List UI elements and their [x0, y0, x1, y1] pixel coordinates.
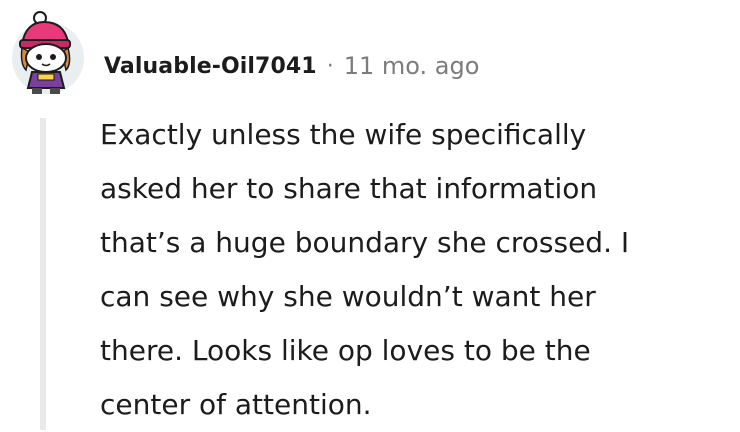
comment-meta: Valuable-Oil7041 · 11 mo. ago [104, 46, 479, 86]
comment-body: Exactly unless the wife specifically ask… [100, 108, 730, 432]
username-link[interactable]: Valuable-Oil7041 [104, 54, 317, 79]
snoo-avatar-icon [12, 11, 84, 94]
meta-separator: · [326, 53, 334, 79]
user-avatar[interactable] [8, 8, 92, 96]
comment-body-line: there. Looks like op loves to be the [100, 334, 591, 367]
comment-body-line: center of attention. [100, 388, 372, 421]
comment-timestamp[interactable]: 11 mo. ago [344, 52, 480, 80]
thread-collapse-line[interactable] [40, 118, 46, 430]
comment-body-line: can see why she wouldn’t want her [100, 280, 596, 313]
comment-body-line: asked her to share that information [100, 172, 598, 205]
comment: Valuable-Oil7041 · 11 mo. ago Exactly un… [0, 0, 740, 430]
comment-body-line: Exactly unless the wife specifically [100, 118, 587, 151]
comment-body-line: that’s a huge boundary she crossed. I [100, 226, 630, 259]
